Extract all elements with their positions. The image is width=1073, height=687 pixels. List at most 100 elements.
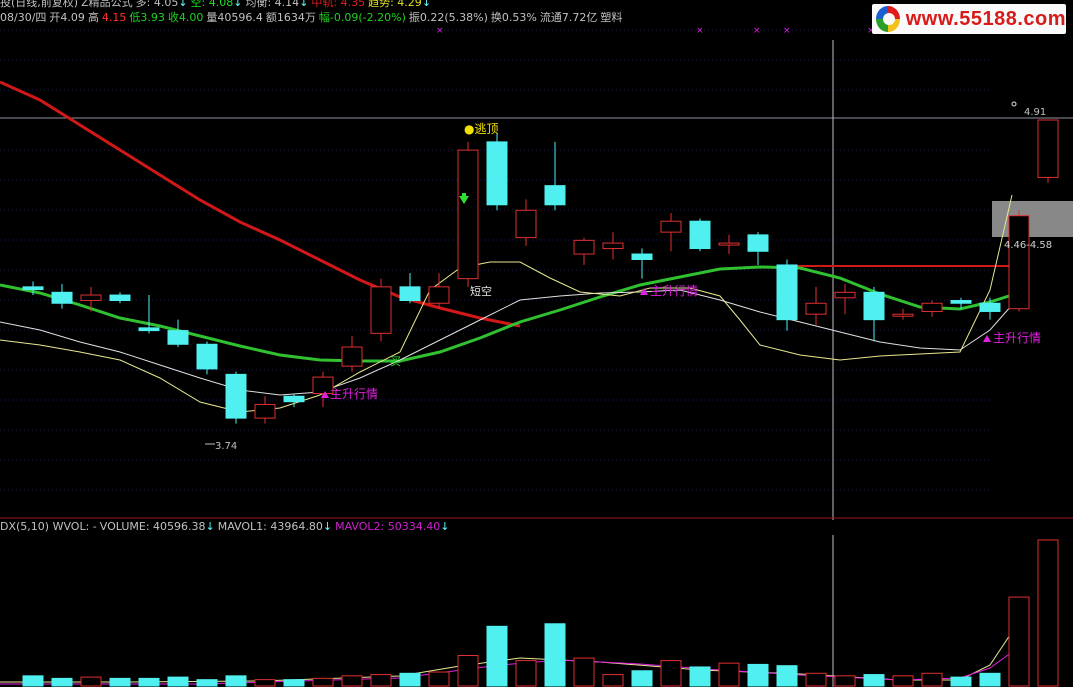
candle-body bbox=[805, 302, 827, 315]
high-marker-icon bbox=[1011, 101, 1017, 107]
price-highlight-box bbox=[992, 201, 1073, 237]
volume-bar bbox=[747, 663, 769, 687]
buy-signal-label: 买 bbox=[390, 355, 401, 368]
candle-body bbox=[341, 346, 363, 367]
header-items-5: 中轨: 4.35 bbox=[311, 0, 366, 9]
top-signal-label: ●逃顶 bbox=[464, 122, 498, 136]
volume-bar bbox=[805, 672, 827, 687]
volume-bar bbox=[515, 660, 537, 687]
candle-body bbox=[109, 294, 131, 302]
volume-bar bbox=[1008, 596, 1030, 687]
volume-bar bbox=[863, 674, 885, 687]
volume-bar bbox=[225, 675, 247, 687]
volume_header-2: MAVOL1: 43964.80 bbox=[217, 520, 323, 533]
short-signal-label: 短空 bbox=[470, 284, 492, 298]
header-items-6: 趋势: 4.29 bbox=[368, 0, 422, 9]
candle-body bbox=[602, 242, 624, 250]
candle-body bbox=[718, 242, 740, 246]
header-info-8: 幅-0.09(-2.20%) bbox=[318, 11, 406, 24]
ma-yellow-line bbox=[0, 194, 1013, 413]
volume-bar bbox=[80, 676, 102, 687]
price-range-label: 4.46-4.58 bbox=[1004, 240, 1052, 251]
down-arrow-icon: ↓ bbox=[233, 0, 243, 9]
header-items-0: 投(日线,前复权) bbox=[0, 0, 79, 9]
header-info-11: 流通7.72亿 bbox=[539, 11, 598, 24]
candle-body bbox=[921, 302, 943, 312]
header-info-6: 量40596.4 bbox=[206, 11, 263, 24]
volume-bar bbox=[138, 677, 160, 687]
trend-marker-icon bbox=[983, 335, 991, 342]
indicator-header: 投(日线,前复权) Z精品公式 多: 4.05↓ 空: 4.08↓ 均衡: 4.14↓ 中… bbox=[0, 0, 434, 9]
signal-x-icon: × bbox=[783, 26, 791, 36]
price-high-label: 4.91 bbox=[1024, 107, 1046, 118]
signal-x-icon: × bbox=[753, 26, 761, 36]
candle-body bbox=[22, 286, 44, 291]
volume-bar bbox=[834, 675, 856, 687]
logo-icon bbox=[876, 6, 900, 32]
candle-body bbox=[834, 291, 856, 299]
volume_header-0: DX(5,10) WVOL: - bbox=[0, 520, 97, 533]
ma-white-line bbox=[0, 289, 1013, 396]
volume-bar bbox=[718, 662, 740, 687]
header-items-1: Z精品公式 bbox=[81, 0, 133, 9]
candle-body bbox=[950, 300, 972, 304]
volume-bar bbox=[22, 675, 44, 687]
volume-bar bbox=[602, 674, 624, 687]
volume-bar bbox=[457, 655, 479, 687]
volume-bar bbox=[892, 675, 914, 687]
candle-body bbox=[457, 149, 479, 280]
candle-body bbox=[1008, 215, 1030, 310]
candle-body bbox=[979, 302, 1001, 312]
main-trend-label: 主升行情 bbox=[330, 387, 378, 401]
volume-bar bbox=[109, 677, 131, 687]
candle-body bbox=[631, 253, 653, 260]
candle-body bbox=[370, 286, 392, 334]
volume-series bbox=[22, 539, 1059, 687]
volume-bar bbox=[399, 672, 421, 687]
volume-bar bbox=[283, 679, 305, 687]
down-arrow-icon: ↓ bbox=[205, 520, 215, 533]
volume-bar bbox=[370, 674, 392, 687]
candle-body bbox=[892, 313, 914, 317]
down-arrow-icon: ↓ bbox=[178, 0, 188, 9]
candle-body bbox=[1037, 119, 1059, 178]
header-info-12: 塑料 bbox=[600, 11, 623, 24]
volume-bar bbox=[950, 676, 972, 687]
volume-bar bbox=[631, 670, 653, 687]
header-info-1: 开4.09 bbox=[49, 11, 85, 24]
volume-bar bbox=[428, 671, 450, 687]
main-trend-label: 主升行情 bbox=[650, 284, 698, 298]
candle-body bbox=[544, 185, 566, 206]
candle-body bbox=[515, 209, 537, 239]
chart-canvas[interactable]: ●逃顶短空买4.913.744.46-4.58主升行情主升行情主升行情× × × × × bbox=[0, 0, 1073, 687]
volume-bar bbox=[979, 672, 1001, 687]
volume-bar bbox=[776, 665, 798, 687]
header-info-4: 低3.93 bbox=[129, 11, 165, 24]
candle-body bbox=[196, 343, 218, 370]
volume-bar bbox=[51, 677, 73, 687]
down-arrow-icon: ↓ bbox=[299, 0, 309, 9]
header-info-3: 4.15 bbox=[101, 11, 127, 24]
header-info-7: 额1634万 bbox=[265, 11, 316, 24]
site-logo[interactable]: www.55188.com bbox=[872, 4, 1066, 34]
volume-bar bbox=[486, 625, 508, 687]
price-grid bbox=[0, 29, 1073, 687]
candle-body bbox=[776, 264, 798, 321]
price-low-label: 3.74 bbox=[215, 441, 237, 452]
header-info-2: 高 bbox=[87, 11, 99, 24]
header-items-2: 多: 4.05 bbox=[135, 0, 179, 9]
volume-bar bbox=[1037, 539, 1059, 687]
main-trend-label: 主升行情 bbox=[993, 331, 1041, 345]
header-items-4: 均衡: 4.14 bbox=[245, 0, 300, 9]
volume-bar bbox=[689, 666, 711, 687]
candle-body bbox=[689, 220, 711, 250]
down-arrow-icon: ↓ bbox=[322, 520, 333, 533]
down-arrow-icon: ↓ bbox=[440, 520, 450, 533]
volume-bar bbox=[254, 679, 276, 687]
header-info-0: 08/30/四 bbox=[0, 11, 47, 24]
candle-body bbox=[660, 220, 682, 233]
down-arrow-icon bbox=[462, 193, 466, 197]
volume_header-1: VOLUME: 40596.38 bbox=[99, 520, 206, 533]
signal-x-icon: × bbox=[436, 26, 444, 36]
candle-body bbox=[747, 234, 769, 252]
